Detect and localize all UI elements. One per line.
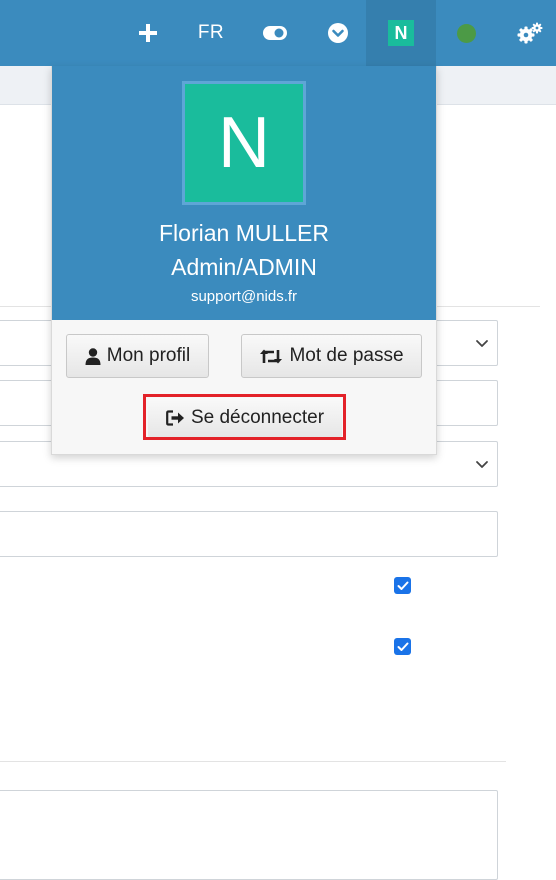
toggle-icon [263, 26, 287, 40]
chevron-down-icon [476, 461, 488, 468]
toggle-button[interactable] [254, 0, 296, 66]
highlight-box [143, 394, 346, 440]
add-button[interactable] [128, 0, 168, 66]
retweet-icon [260, 349, 283, 363]
gears-icon [517, 22, 543, 44]
check-icon [397, 642, 408, 651]
chevron-circle-icon [328, 23, 348, 43]
user-email: support@nids.fr [190, 288, 298, 305]
user-badge: N [388, 20, 414, 46]
profile-button[interactable]: Mon profil [66, 334, 209, 378]
checkbox-2[interactable] [394, 638, 411, 655]
settings-button[interactable] [508, 0, 552, 66]
profile-button-label: Mon profil [106, 345, 191, 366]
plus-icon [139, 24, 157, 42]
avatar: N [182, 81, 306, 205]
user-icon [85, 347, 101, 365]
user-dropdown-panel: N Florian MULLER Admin/ADMIN support@nid… [51, 66, 437, 455]
user-menu-toggle[interactable]: N [366, 0, 436, 66]
textarea-field[interactable] [0, 790, 498, 880]
dropdown-button[interactable] [316, 0, 360, 66]
language-switcher[interactable]: FR [188, 0, 234, 66]
top-navbar: FR N [0, 0, 556, 66]
password-button-label: Mot de passe [289, 345, 404, 366]
user-role: Admin/ADMIN [171, 254, 317, 280]
chevron-down-icon [476, 340, 488, 347]
checkbox-1[interactable] [394, 577, 411, 594]
check-icon [397, 581, 408, 590]
user-header: N Florian MULLER Admin/ADMIN support@nid… [52, 66, 436, 320]
password-button[interactable]: Mot de passe [241, 334, 422, 378]
user-name: Florian MULLER [159, 220, 329, 246]
section-divider [0, 761, 506, 762]
text-field-2[interactable] [0, 511, 498, 557]
status-dot-icon [456, 23, 476, 43]
status-indicator[interactable] [446, 0, 486, 66]
